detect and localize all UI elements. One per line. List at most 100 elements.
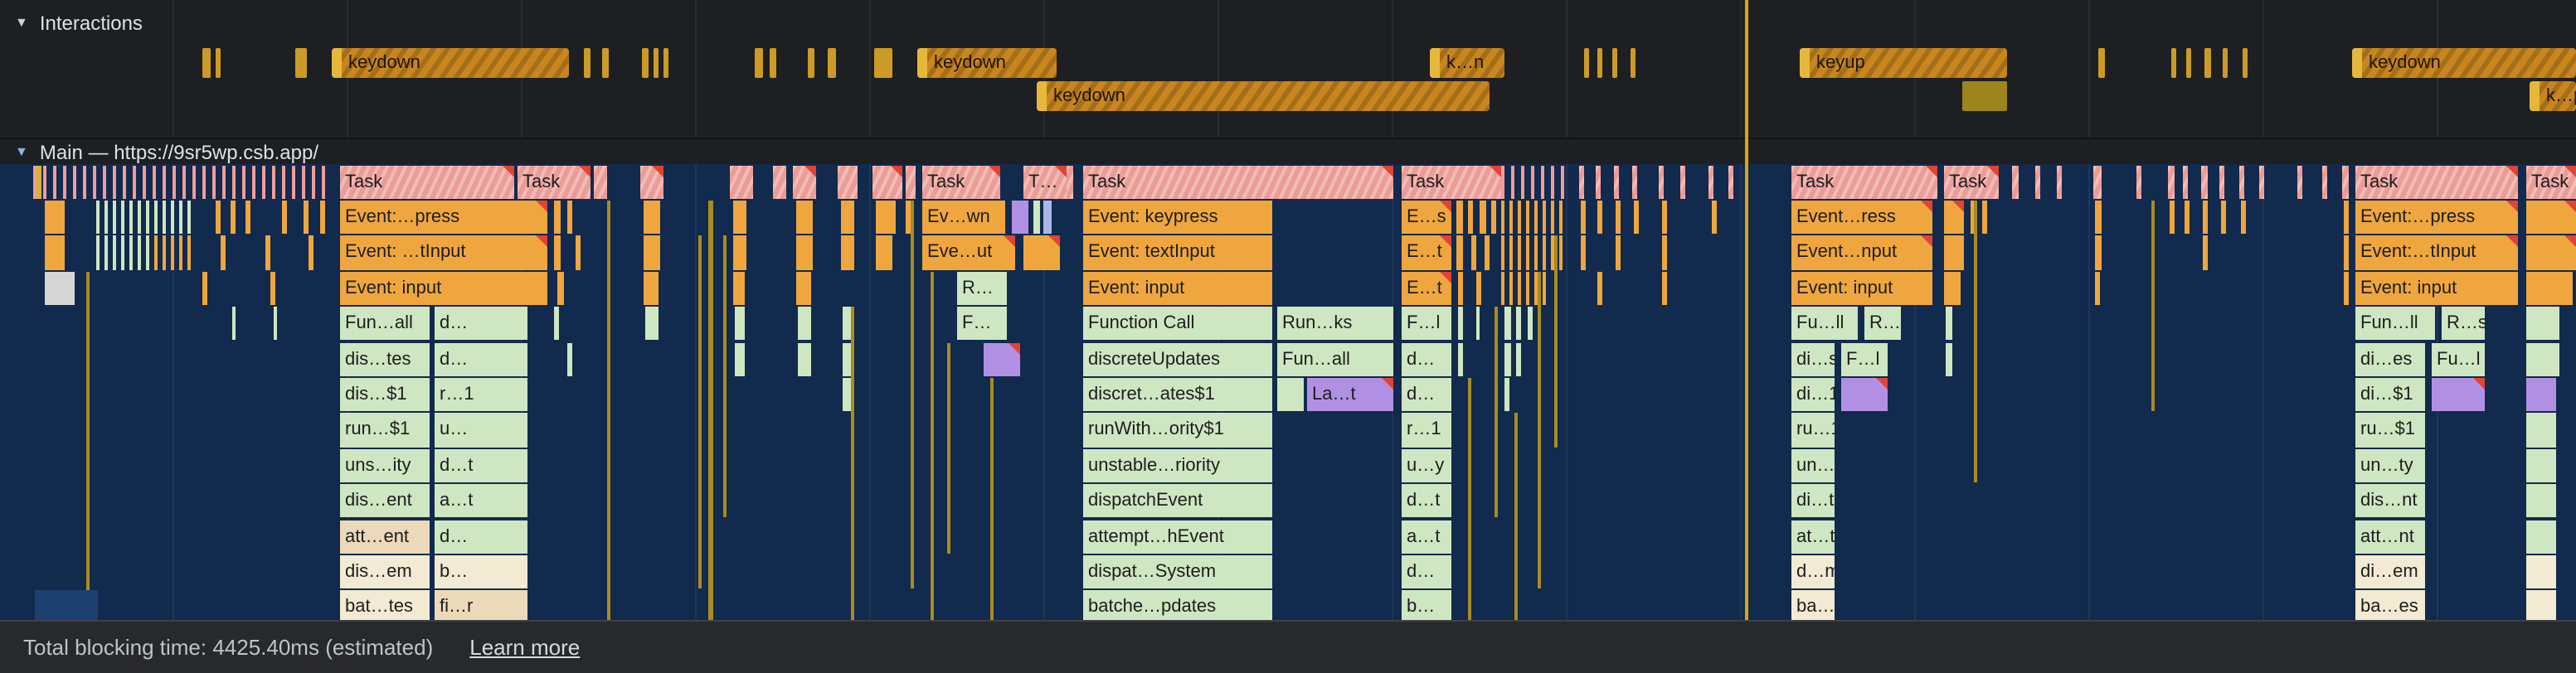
- flame-sliver[interactable]: [2344, 272, 2349, 305]
- flame-sliver[interactable]: [798, 307, 811, 340]
- flame-bar[interactable]: fi…r: [435, 591, 527, 620]
- flame-sliver[interactable]: [2035, 165, 2040, 198]
- interaction-tick[interactable]: [2204, 48, 2211, 78]
- flame-sliver[interactable]: [1579, 165, 1584, 198]
- interaction-tick[interactable]: [584, 48, 591, 78]
- flame-bar[interactable]: d…t: [1402, 484, 1451, 517]
- interaction-event-bar[interactable]: k…n: [1430, 48, 1504, 78]
- interaction-event-bar[interactable]: keydown: [1037, 81, 1490, 111]
- interaction-tick[interactable]: [755, 48, 763, 78]
- flame-sliver[interactable]: [1516, 307, 1521, 340]
- flame-sliver[interactable]: [735, 342, 745, 375]
- flame-sliver[interactable]: [86, 272, 90, 620]
- flame-sliver[interactable]: [644, 201, 660, 234]
- flame-sliver[interactable]: [96, 236, 153, 269]
- flame-sliver[interactable]: [644, 272, 659, 305]
- flame-bar[interactable]: Event:…tInput: [2355, 236, 2518, 269]
- flame-sliver[interactable]: [2526, 414, 2556, 447]
- flame-sliver[interactable]: [2241, 201, 2246, 234]
- flame-bar[interactable]: Fun…ll: [2355, 307, 2435, 340]
- flame-sliver[interactable]: [304, 201, 309, 234]
- flame-sliver[interactable]: [2526, 555, 2556, 588]
- flame-sliver[interactable]: [2136, 165, 2141, 198]
- flame-sliver[interactable]: [607, 201, 610, 620]
- flame-sliver[interactable]: [554, 236, 561, 269]
- flame-sliver[interactable]: [2259, 165, 2264, 198]
- flame-bar[interactable]: at…t: [1791, 520, 1835, 553]
- collapse-triangle-icon[interactable]: ▼: [15, 15, 28, 30]
- flame-sliver[interactable]: [232, 307, 236, 340]
- flame-sliver[interactable]: [911, 201, 914, 588]
- flame-sliver[interactable]: [1516, 342, 1521, 375]
- flame-sliver[interactable]: [274, 307, 277, 340]
- flame-sliver[interactable]: [1067, 165, 1073, 198]
- flame-bar[interactable]: Event:…press: [340, 201, 547, 234]
- flame-bar[interactable]: Function Call: [1083, 307, 1272, 340]
- interaction-tick[interactable]: [1597, 48, 1602, 78]
- flame-sliver[interactable]: [594, 165, 607, 198]
- flame-sliver[interactable]: [1491, 201, 1496, 234]
- flame-sliver[interactable]: [947, 342, 950, 553]
- interaction-tick[interactable]: [2186, 48, 2191, 78]
- flame-bar[interactable]: u…: [435, 414, 527, 447]
- flame-sliver[interactable]: [567, 342, 572, 375]
- interaction-tick[interactable]: [216, 48, 221, 78]
- flame-sliver[interactable]: [2526, 591, 2556, 620]
- flame-sliver[interactable]: [2221, 201, 2226, 234]
- flame-bar[interactable]: Task: [340, 165, 514, 198]
- interaction-event-bar[interactable]: keydown: [917, 48, 1057, 78]
- flame-sliver[interactable]: [1662, 272, 1667, 305]
- flame-sliver[interactable]: [2322, 165, 2327, 198]
- flame-sliver[interactable]: [1597, 201, 1602, 234]
- flame-sliver[interactable]: [990, 378, 994, 620]
- flame-sliver[interactable]: [2526, 236, 2576, 269]
- flame-sliver[interactable]: [2201, 165, 2208, 198]
- flame-sliver[interactable]: [1468, 378, 1471, 620]
- interaction-tick[interactable]: [1612, 48, 1617, 78]
- flame-sliver[interactable]: [2095, 236, 2102, 269]
- interaction-tick[interactable]: [2223, 48, 2228, 78]
- flame-sliver[interactable]: [2526, 484, 2556, 517]
- flame-sliver[interactable]: [1504, 342, 1511, 375]
- flame-sliver[interactable]: [1680, 165, 1685, 198]
- interaction-tick[interactable]: [654, 48, 659, 78]
- flame-sliver[interactable]: [567, 201, 572, 234]
- flame-bar[interactable]: ru…$1: [2355, 414, 2425, 447]
- flame-bar[interactable]: d…: [435, 520, 527, 553]
- flame-bar[interactable]: Event: input: [340, 272, 547, 305]
- flame-bar[interactable]: Fun…all: [1277, 342, 1393, 375]
- flame-bar[interactable]: ba…es: [2355, 591, 2425, 620]
- flame-sliver[interactable]: [1596, 165, 1601, 198]
- flame-bar[interactable]: E…t: [1402, 272, 1451, 305]
- flame-sliver[interactable]: [735, 307, 745, 340]
- flame-bar[interactable]: Task: [2355, 165, 2518, 198]
- flame-bar[interactable]: di…t: [1791, 484, 1835, 517]
- flame-bar[interactable]: d…: [435, 307, 527, 340]
- interaction-tick[interactable]: [1584, 48, 1589, 78]
- flame-bar[interactable]: Event: input: [1791, 272, 1932, 305]
- flame-bar[interactable]: Event…nput: [1791, 236, 1932, 269]
- flame-bar[interactable]: dis…$1: [340, 378, 430, 411]
- flame-sliver[interactable]: [793, 165, 816, 198]
- flame-sliver[interactable]: [554, 307, 559, 340]
- flame-sliver[interactable]: [216, 201, 221, 234]
- flame-sliver[interactable]: [2170, 201, 2175, 234]
- flame-sliver[interactable]: [838, 165, 858, 198]
- flame-bar[interactable]: Fu…ll: [1791, 307, 1858, 340]
- flame-sliver[interactable]: [231, 201, 236, 234]
- flame-sliver[interactable]: [2432, 378, 2485, 411]
- flame-sliver[interactable]: [1538, 272, 1541, 589]
- interaction-tick[interactable]: [2243, 48, 2248, 78]
- flame-sliver[interactable]: [1597, 272, 1602, 305]
- interaction-event-bar[interactable]: keydown: [2352, 48, 2576, 78]
- flame-bar[interactable]: Ev…wn: [922, 201, 1005, 234]
- flame-bar[interactable]: R…: [957, 272, 1007, 305]
- flame-sliver[interactable]: [154, 236, 196, 269]
- flame-sliver[interactable]: [557, 272, 564, 305]
- flame-bar[interactable]: Event…ress: [1791, 201, 1932, 234]
- flame-sliver[interactable]: [1946, 307, 1952, 340]
- flame-bar[interactable]: La…t: [1307, 378, 1393, 411]
- flame-sliver[interactable]: [796, 236, 813, 269]
- flame-sliver[interactable]: [1946, 342, 1952, 375]
- flame-sliver[interactable]: [1712, 201, 1717, 234]
